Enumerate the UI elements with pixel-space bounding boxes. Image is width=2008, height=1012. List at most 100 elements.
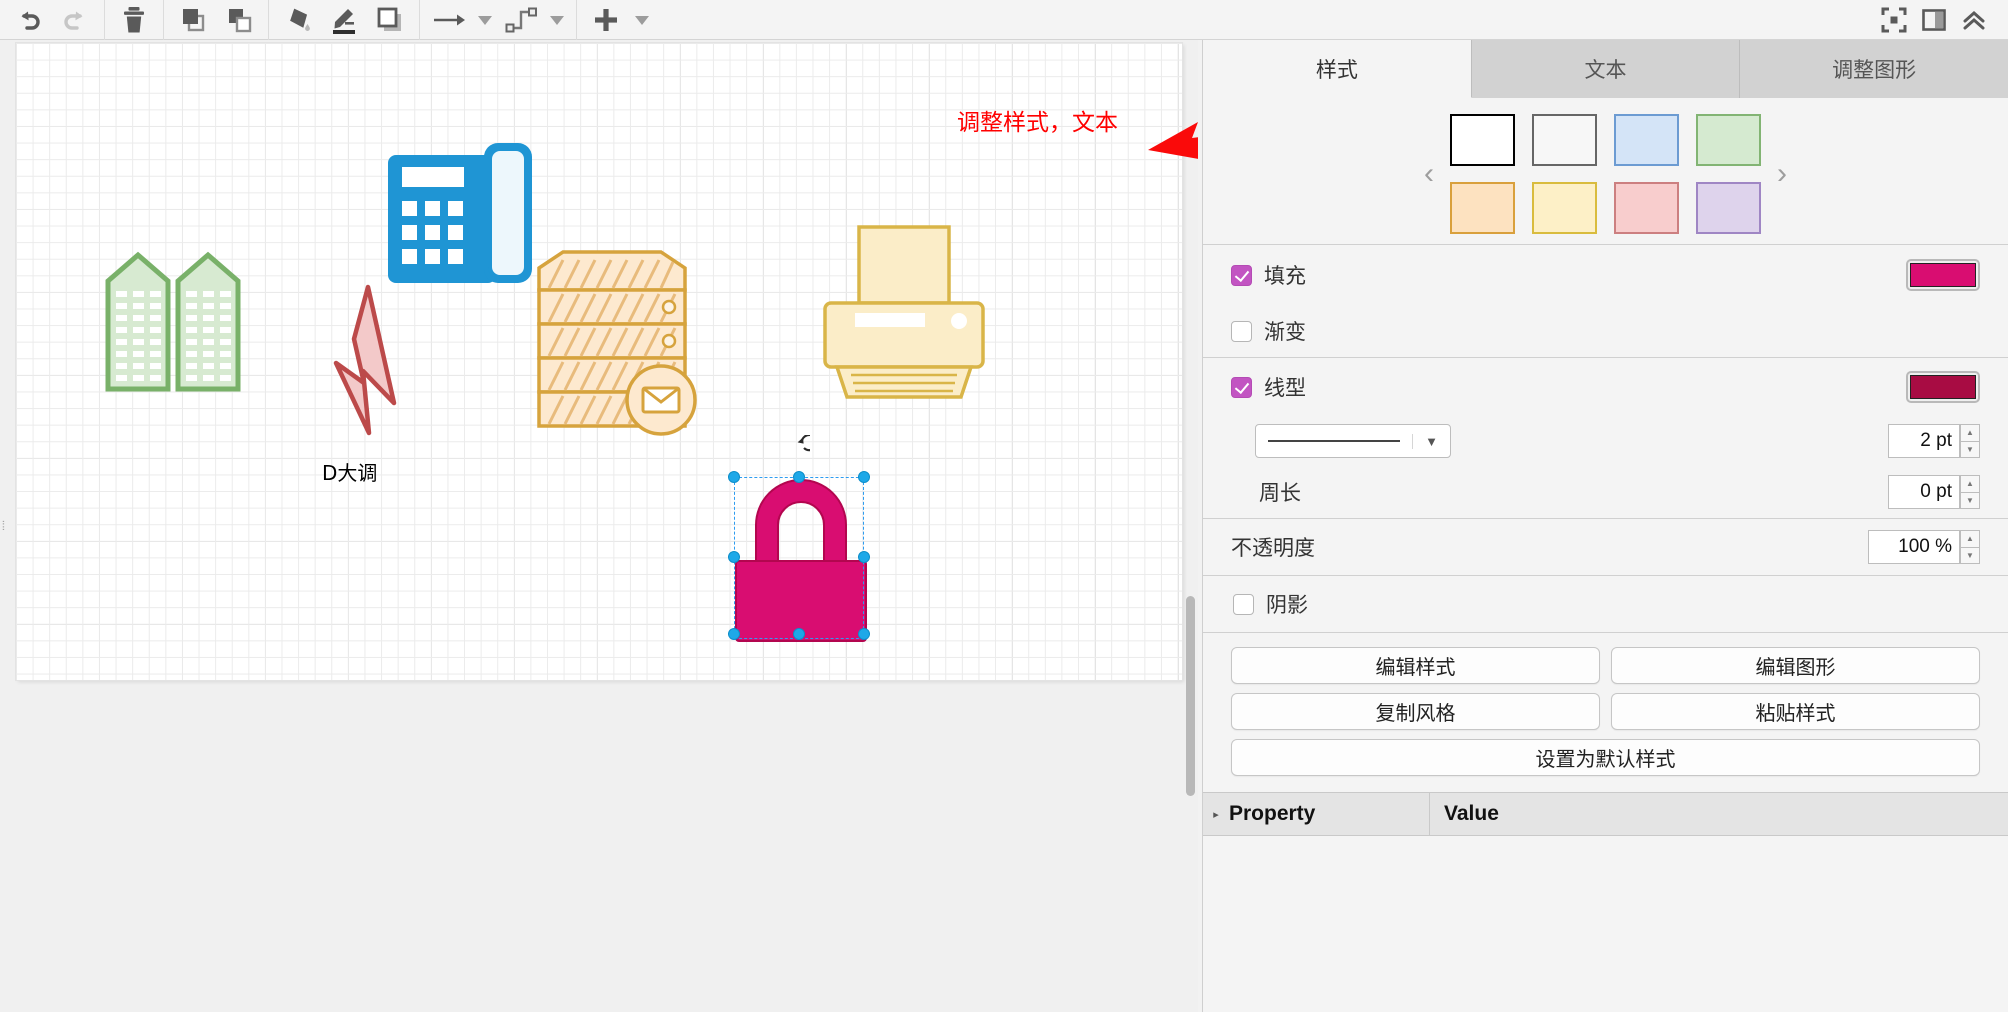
gradient-label: 渐变 [1264,321,1306,344]
red-annotation-text: 调整样式，文本 [957,110,1118,136]
line-color-button[interactable] [1906,371,1980,403]
buildings-shape[interactable] [94,233,264,393]
perimeter-value[interactable]: 0 pt [1888,475,1960,509]
rotate-handle[interactable] [784,435,810,461]
style-swatch-6[interactable] [1532,182,1597,234]
red-arrow-annotation [1148,122,1198,170]
diagram-editor-window: ⦙ 调整样式，文本 D大调 样式 文本 调整图形 ‹ › 填充 渐变 线型 ▼ … [0,0,2008,1012]
toolbar-group-history [0,0,104,40]
line-style-preview [1256,440,1412,442]
toggle-panel-icon[interactable] [1914,0,1954,40]
properties-column-value: Value [1429,792,2008,836]
resize-handle-ne[interactable] [858,471,870,483]
tab-text[interactable]: 文本 [1471,40,1741,98]
opacity-decrement-icon[interactable]: ▼ [1960,546,1980,564]
waypoint-style-chevron-down-icon[interactable] [544,0,570,40]
style-preset-prev-icon[interactable]: ‹ [1408,157,1450,191]
perimeter-spin-buttons[interactable]: ▲ ▼ [1960,475,1980,509]
set-default-style-button[interactable]: 设置为默认样式 [1231,739,1980,776]
canvas-area[interactable]: ⦙ 调整样式，文本 D大调 [0,40,1198,1012]
perimeter-decrement-icon[interactable]: ▼ [1960,491,1980,509]
mail-server-shape[interactable] [521,238,711,443]
resize-handle-nw[interactable] [728,471,740,483]
style-swatch-8[interactable] [1696,182,1761,234]
line-width-increment-icon[interactable]: ▲ [1960,424,1980,441]
shadow-row: 阴影 [1203,576,2008,632]
opacity-row: 不透明度 100 % ▲ ▼ [1203,519,2008,575]
properties-column-property: Property [1229,802,1316,825]
style-preset-next-icon[interactable]: › [1761,157,1803,191]
opacity-stepper[interactable]: 100 % ▲ ▼ [1868,530,1980,564]
line-width-decrement-icon[interactable]: ▼ [1960,440,1980,458]
diagram-page[interactable]: 调整样式，文本 D大调 [16,43,1198,680]
fit-page-icon[interactable] [1874,0,1914,40]
shadow-icon[interactable] [367,0,413,40]
lightning-shape[interactable] [316,243,416,443]
redo-icon[interactable] [52,0,98,40]
line-style-chevron-down-icon[interactable]: ▼ [1412,433,1450,449]
fill-color-icon[interactable] [275,0,321,40]
line-label: 线型 [1264,377,1306,400]
style-action-buttons: 编辑样式 编辑图形 复制风格 粘贴样式 设置为默认样式 [1203,633,2008,792]
style-swatch-3[interactable] [1614,114,1679,166]
properties-table-header: ▸ Property Value [1203,792,2008,836]
toolbar-group-insert [577,0,661,40]
arrow-style-chevron-down-icon[interactable] [472,0,498,40]
opacity-increment-icon[interactable]: ▲ [1960,530,1980,547]
sidebar-grip-handle[interactable]: ⦙ [2,515,10,537]
shadow-checkbox[interactable] [1233,593,1254,615]
style-swatch-5[interactable] [1450,182,1515,234]
line-color-icon[interactable] [321,0,367,40]
line-width-stepper[interactable]: 2 pt ▲ ▼ [1888,424,1980,458]
edit-shape-button[interactable]: 编辑图形 [1611,647,1980,684]
perimeter-stepper[interactable]: 0 pt ▲ ▼ [1888,475,1980,509]
toolbar-group-view [1874,0,2008,40]
panel-tabs: 样式 文本 调整图形 [1203,40,2008,98]
opacity-spin-buttons[interactable]: ▲ ▼ [1960,530,1980,564]
line-row: 线型 [1203,358,2008,416]
perimeter-increment-icon[interactable]: ▲ [1960,475,1980,492]
tab-arrange[interactable]: 调整图形 [1740,40,2008,98]
style-swatch-1[interactable] [1450,114,1515,166]
delete-icon[interactable] [111,0,157,40]
fill-row: 填充 [1203,245,2008,305]
resize-handle-sw[interactable] [728,628,740,640]
copy-style-button[interactable]: 复制风格 [1231,693,1600,730]
bring-to-front-icon[interactable] [170,0,216,40]
format-panel: 样式 文本 调整图形 ‹ › 填充 渐变 线型 ▼ 2 pt ▲ ▼ 周长 0 … [1202,40,2008,1012]
send-to-back-icon[interactable] [216,0,262,40]
undo-icon[interactable] [6,0,52,40]
paste-style-button[interactable]: 粘贴样式 [1611,693,1980,730]
resize-handle-n[interactable] [793,471,805,483]
insert-chevron-down-icon[interactable] [629,0,655,40]
tab-style[interactable]: 样式 [1203,40,1472,98]
resize-handle-s[interactable] [793,628,805,640]
insert-icon[interactable] [583,0,629,40]
style-swatch-7[interactable] [1614,182,1679,234]
perimeter-label: 周长 [1259,482,1301,505]
resize-handle-se[interactable] [858,628,870,640]
edit-style-button[interactable]: 编辑样式 [1231,647,1600,684]
main-toolbar [0,0,2008,40]
fill-checkbox[interactable] [1231,264,1252,286]
fill-color-button[interactable] [1906,259,1980,291]
collapse-toolbar-icon[interactable] [1954,0,1994,40]
resize-handle-w[interactable] [728,551,740,563]
printer-shape[interactable] [811,213,991,403]
resize-handle-e[interactable] [858,551,870,563]
style-swatch-4[interactable] [1696,114,1761,166]
shape-text-label[interactable]: D大调 [322,457,377,486]
line-width-spin-buttons[interactable]: ▲ ▼ [1960,424,1980,458]
line-width-value[interactable]: 2 pt [1888,424,1960,458]
waypoint-style-icon[interactable] [498,0,544,40]
arrow-style-icon[interactable] [426,0,472,40]
gradient-checkbox[interactable] [1231,320,1252,342]
line-style-select[interactable]: ▼ [1255,424,1451,458]
opacity-label: 不透明度 [1231,537,1315,560]
canvas-vertical-scrollbar[interactable] [1186,596,1195,796]
opacity-value[interactable]: 100 % [1868,530,1960,564]
toolbar-group-connector [420,0,576,40]
properties-expander-icon[interactable]: ▸ [1203,808,1229,821]
style-swatch-2[interactable] [1532,114,1597,166]
line-checkbox[interactable] [1231,376,1252,398]
